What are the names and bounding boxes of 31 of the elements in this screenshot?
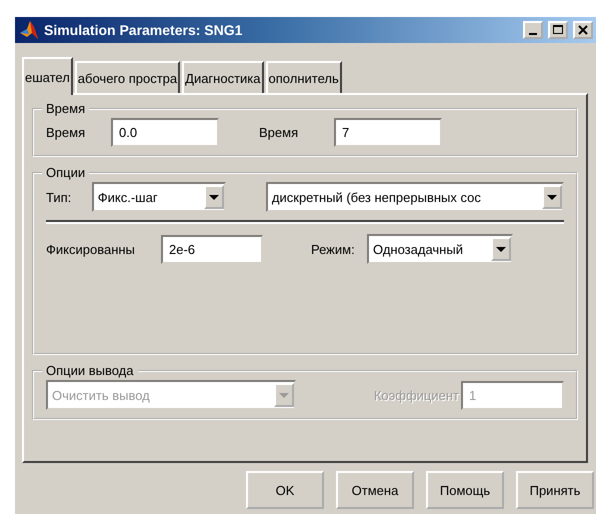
maximize-icon [552, 25, 564, 35]
tab[interactable]: абочего простра [74, 61, 180, 93]
group-title: Время [45, 101, 86, 116]
minimize-icon [529, 32, 537, 34]
dropdown[interactable]: Однозадачный [367, 234, 513, 264]
group-title: Опции [45, 165, 86, 180]
field-label: Коэффициент [374, 388, 459, 402]
maximize-button[interactable] [548, 21, 568, 39]
input-field[interactable]: 7 [334, 118, 442, 147]
close-icon [578, 25, 588, 35]
tab[interactable]: ешател [22, 57, 73, 95]
dialog-button[interactable]: Принять [516, 471, 594, 509]
tab[interactable]: ополнитель [266, 61, 342, 93]
dialog-button[interactable]: Помощь [426, 471, 504, 509]
field-label: Фиксированны [46, 242, 136, 256]
field-label: Время [46, 125, 86, 140]
window-title: Simulation Parameters: SNG1 [44, 22, 244, 38]
tab[interactable]: Диагностика [182, 61, 264, 93]
field-label: Режим: [311, 242, 356, 256]
close-button[interactable] [573, 21, 593, 39]
field-label: Время [259, 125, 300, 140]
app-logo-icon [18, 19, 40, 41]
input-field[interactable]: 0.0 [111, 118, 219, 147]
minimize-button[interactable] [523, 21, 543, 39]
dialog-button[interactable]: OK [246, 471, 324, 509]
dropdown[interactable]: Фикс.-шаг [92, 182, 226, 212]
input-field[interactable]: 2e-6 [161, 234, 263, 264]
dropdown[interactable]: дискретный (без непрерывных сос [266, 182, 564, 212]
group-title: Опции вывода [45, 363, 135, 378]
field-label: Тип: [46, 190, 72, 204]
dialog-button[interactable]: Отмена [336, 471, 414, 509]
